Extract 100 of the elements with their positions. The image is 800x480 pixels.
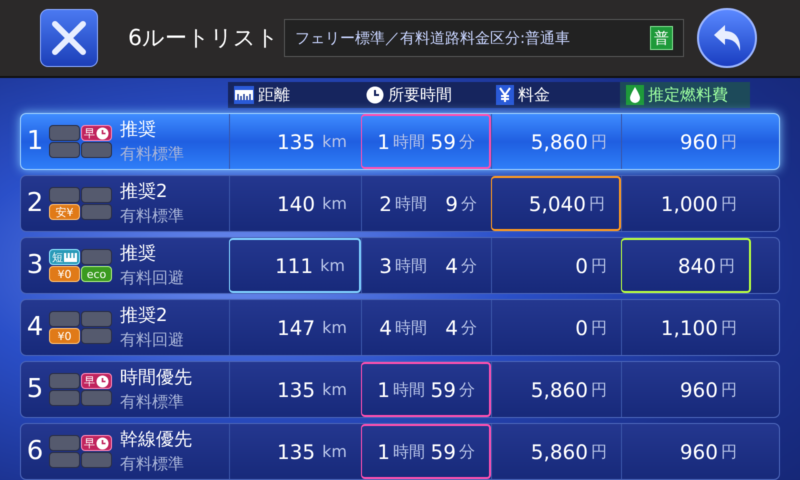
route-row[interactable]: 2 安¥ 推奨2 有料標準 140 km 2 時間 9 分 5,040 円 1,000 円 [20,175,780,232]
route-number: 1 [26,125,44,158]
column-label: 料金 [518,84,550,106]
distance-value: 135 [276,128,316,156]
close-icon [50,19,88,57]
minutes-unit: 分 [461,254,477,276]
route-row[interactable]: 4 ¥0 推奨2 有料回避 147 km 4 時間 4 分 0 円 1,100 円 [20,299,780,356]
fuel-cost-unit: 円 [721,192,737,214]
fuel-cost-unit: 円 [721,378,737,400]
minutes-unit: 分 [461,316,477,338]
distance-value: 111 [274,252,314,280]
hours-value: 2 [379,190,392,218]
clock-icon [96,126,109,140]
hours-value: 1 [377,438,390,466]
badge-label: 早 [84,376,95,386]
distance-value: 147 [276,314,316,342]
fee-unit: 円 [591,440,607,462]
route-subtitle: 有料回避 [120,266,184,288]
badge-label: ¥0 [58,330,72,342]
route-title: 推奨2 [120,304,168,328]
clock-icon [96,436,109,450]
column-label: 推定燃料費 [648,84,728,106]
route-row[interactable]: 5 早 時間優先 有料標準 135 km 1 時間 59 分 5,860 円 960 円 [20,361,780,418]
fuel-cost-value: 960 [680,438,718,466]
badge-label: 早 [84,128,95,138]
route-subtitle: 有料標準 [120,204,184,226]
screen-title: 6ルートリスト [128,24,278,52]
hours-value: 1 [377,128,390,156]
yen-icon [498,87,512,103]
distance-value: 135 [276,438,316,466]
fuel-cost-unit: 円 [721,130,737,152]
fuel-cost-unit: 円 [719,254,735,276]
fee-value: 5,040 [528,190,586,218]
distance-unit: km [322,440,347,462]
distance-unit: km [322,130,347,152]
badge-label: 短 [52,252,63,262]
route-row[interactable]: 6 早 幹線優先 有料標準 135 km 1 時間 59 分 5,860 円 960 円 [20,423,780,480]
distance-unit: km [322,192,347,214]
hours-value: 1 [377,376,390,404]
ruler-icon [235,88,253,102]
fuel-cost-unit: 円 [721,440,737,462]
route-number: 5 [26,373,44,406]
badge-label: 安¥ [56,206,74,218]
fee-value: 5,860 [530,128,588,156]
route-title: 推奨2 [120,180,168,204]
fuel-cost-value: 960 [680,376,718,404]
minutes-unit: 分 [461,192,477,214]
fee-unit: 円 [591,254,607,276]
hours-unit: 時間 [395,316,427,338]
route-row[interactable]: 1 早 推奨 有料標準 135 km 1 時間 59 分 5,860 円 960 円 [20,113,780,170]
hours-unit: 時間 [393,440,425,462]
route-subtitle: 有料標準 [120,452,185,474]
route-number: 6 [26,435,44,468]
ruler-icon [64,252,77,262]
hours-value: 3 [379,252,392,280]
route-number: 2 [26,187,44,220]
hours-unit: 時間 [393,130,425,152]
route-number: 4 [26,311,44,344]
distance-unit: km [322,378,347,400]
badge-label: ¥0 [58,268,72,280]
column-label: 距離 [258,84,290,106]
distance-unit: km [320,254,345,276]
minutes-value: 59 [430,128,456,156]
distance-value: 135 [276,376,316,404]
route-title: 時間優先 [120,366,192,390]
fuel-cost-value: 1,000 [660,190,718,218]
fuel-cost-value: 840 [678,252,716,280]
route-title: 推奨 [120,118,157,142]
fee-value: 5,860 [530,438,588,466]
close-button[interactable] [40,9,98,67]
hours-unit: 時間 [395,192,427,214]
minutes-unit: 分 [459,378,475,400]
minutes-unit: 分 [459,130,475,152]
droplet-icon [629,86,641,104]
route-subtitle: 有料標準 [120,142,184,164]
minutes-unit: 分 [459,440,475,462]
vehicle-class-badge: 普 [650,26,673,50]
minutes-value: 9 [444,190,458,218]
route-subtitle: 有料標準 [120,390,185,412]
fuel-cost-value: 960 [680,128,718,156]
minutes-value: 4 [444,314,458,342]
fee-unit: 円 [591,130,607,152]
fee-unit: 円 [591,378,607,400]
fee-value: 5,860 [530,376,588,404]
fee-unit: 円 [591,316,607,338]
distance-value: 140 [276,190,316,218]
fee-value: 0 [575,252,588,280]
badge-label: 早 [84,438,95,448]
clock-icon [96,374,109,388]
fee-value: 0 [575,314,588,342]
fuel-cost-value: 1,100 [660,314,718,342]
route-number: 3 [26,249,44,282]
route-title: 推奨 [120,242,157,266]
route-subtitle: 有料回避 [120,328,184,350]
column-label: 所要時間 [388,84,452,106]
fee-unit: 円 [589,192,605,214]
badge-label: eco [86,268,106,280]
hours-unit: 時間 [393,378,425,400]
distance-unit: km [322,316,347,338]
minutes-value: 59 [430,376,456,404]
